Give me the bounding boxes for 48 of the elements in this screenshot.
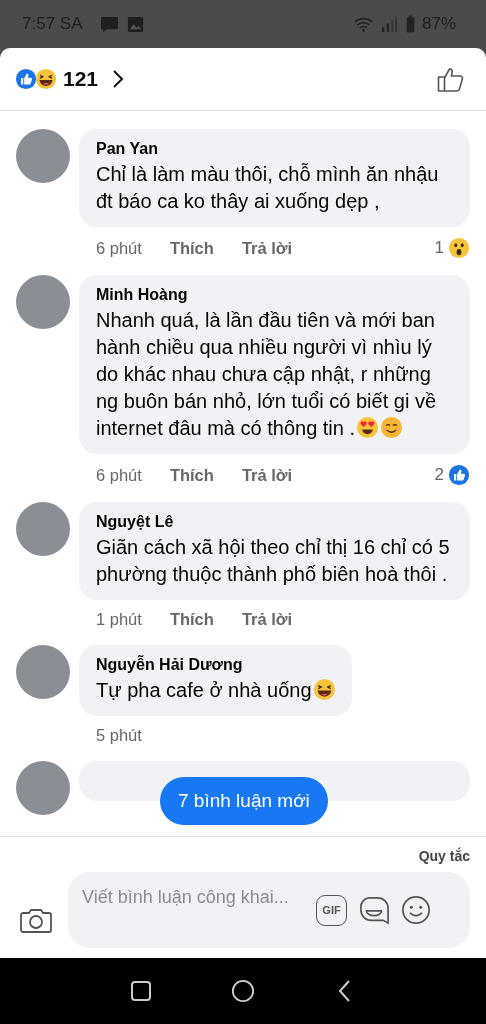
gif-button[interactable]: GIF xyxy=(316,894,347,926)
comment-time: 1 phút xyxy=(96,610,142,629)
laughing-face-icon xyxy=(312,678,336,701)
avatar[interactable] xyxy=(16,275,70,329)
comment-time: 5 phút xyxy=(96,726,142,745)
camera-icon[interactable] xyxy=(20,906,52,934)
sticker-icon[interactable] xyxy=(359,895,389,925)
like-link[interactable]: Thích xyxy=(169,238,214,258)
comment-text: Tự pha cafe ở nhà uống xyxy=(96,677,336,704)
comment-input-field[interactable]: Viết bình luận công khai... GIF xyxy=(68,872,470,948)
chevron-right-icon xyxy=(112,69,125,89)
avatar[interactable] xyxy=(16,645,70,699)
author-name[interactable]: Pan Yan xyxy=(96,140,454,158)
comment-time: 6 phút xyxy=(96,238,142,258)
smiling-face-icon xyxy=(380,416,404,439)
comment-text: Nhanh quá, là lần đầu tiên và mới ban hành chiều qua nhiều người vì nhìu lý do khác nhau chưa cập nhật, r những ng buôn bán nhỏ, lớn tuổi có biết gi về internet đâu mà có thông tin . xyxy=(96,308,438,441)
like-link[interactable]: Thích xyxy=(169,610,214,629)
thumbs-up-icon xyxy=(15,68,37,90)
chat-app-icon xyxy=(99,15,119,33)
avatar[interactable] xyxy=(16,761,70,815)
reaction-count: 2 xyxy=(434,465,444,485)
wifi-icon xyxy=(353,15,373,33)
reaction-count: 1 xyxy=(434,238,444,258)
home-icon[interactable] xyxy=(231,979,255,1003)
image-icon xyxy=(125,15,145,33)
reply-link[interactable]: Trả lời xyxy=(241,465,293,485)
heart-eyes-face-icon xyxy=(356,416,380,439)
emoji-icon[interactable] xyxy=(401,895,431,925)
avatar[interactable] xyxy=(16,129,70,183)
laughing-face-icon xyxy=(35,68,57,90)
reply-link[interactable]: Trả lời xyxy=(241,238,293,258)
surprised-face-icon xyxy=(448,237,470,259)
rules-link[interactable]: Quy tắc xyxy=(418,848,470,864)
battery-icon xyxy=(405,15,415,33)
like-link[interactable]: Thích xyxy=(169,465,214,485)
comment-time: 6 phút xyxy=(96,465,142,485)
signal-icon xyxy=(379,15,399,33)
comment-text: Giãn cách xã hội theo chỉ thị 16 chỉ có 5 phường thuộc thành phố biên hoà thôi . xyxy=(96,535,451,587)
comment-text: Chỉ là làm màu thôi, chỗ mình ăn nhậu đt báo ca ko thây ai xuống dẹp , xyxy=(96,162,440,214)
author-name[interactable]: Nguyệt Lê xyxy=(96,513,454,531)
reply-link[interactable]: Trả lời xyxy=(241,610,293,629)
author-name[interactable]: Nguyễn Hải Dương xyxy=(96,656,336,674)
avatar[interactable] xyxy=(16,502,70,556)
recent-apps-icon[interactable] xyxy=(129,979,153,1003)
new-comments-button[interactable]: 7 bình luận mới xyxy=(160,777,328,825)
thumbs-up-icon xyxy=(448,464,470,486)
author-name[interactable]: Minh Hoàng xyxy=(96,286,454,304)
reactions-summary[interactable]: 121 xyxy=(15,67,125,91)
